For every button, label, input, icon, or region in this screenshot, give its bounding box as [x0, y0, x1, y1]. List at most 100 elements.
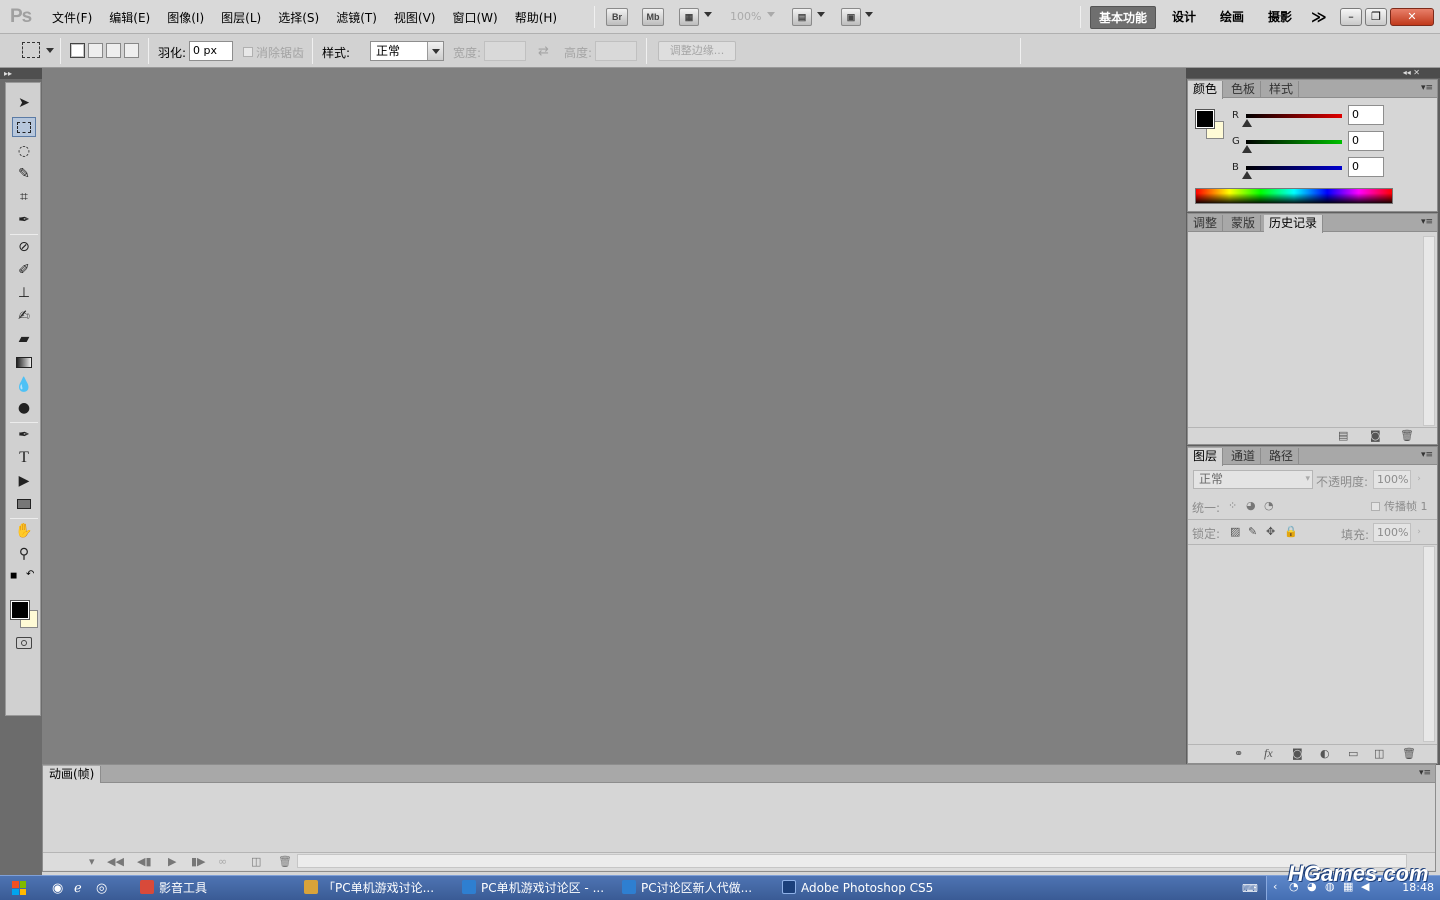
quick-mask-icon[interactable] — [12, 633, 36, 653]
workspace-design-button[interactable]: 设计 — [1164, 6, 1204, 29]
blue-slider-thumb[interactable] — [1242, 171, 1252, 179]
duplicate-frame-icon[interactable]: ◫ — [251, 855, 261, 868]
minimize-button[interactable]: – — [1340, 8, 1362, 26]
history-scrollbar[interactable] — [1423, 236, 1435, 426]
taskbar-item[interactable]: 「PC单机游戏讨论... — [304, 880, 434, 897]
style-select[interactable]: 正常 — [370, 41, 444, 61]
swap-colors-icon[interactable]: ↶ — [26, 569, 34, 580]
path-selection-tool-icon[interactable]: ▶ — [12, 471, 36, 491]
green-value-input[interactable]: 0 — [1348, 131, 1384, 151]
toolbox-collapse-icon[interactable]: ▸▸ — [0, 68, 42, 79]
lock-all-icon[interactable]: 🔒 — [1284, 525, 1298, 538]
tab-adjustments[interactable]: 调整 — [1188, 215, 1224, 232]
taskbar-item[interactable]: PC单机游戏讨论区 - ... — [462, 880, 604, 897]
pen-tool-icon[interactable]: ✒ — [12, 425, 36, 445]
green-slider[interactable] — [1246, 140, 1342, 144]
layer-style-fx-icon[interactable]: fx — [1264, 746, 1273, 761]
tab-layers[interactable]: 图层 — [1188, 448, 1224, 466]
zoom-level[interactable]: 100% — [730, 10, 761, 23]
chevron-down-icon[interactable] — [865, 12, 873, 17]
unify-style-icon[interactable]: ◔ — [1264, 499, 1274, 512]
tab-styles[interactable]: 样式 — [1264, 81, 1300, 98]
add-mask-icon[interactable]: ◙ — [1292, 747, 1303, 760]
feather-input[interactable]: 0 px — [189, 41, 233, 61]
document-canvas-area[interactable] — [42, 68, 1186, 764]
color-foreground-swatch[interactable] — [1195, 109, 1215, 129]
blue-value-input[interactable]: 0 — [1348, 157, 1384, 177]
panel-menu-icon[interactable]: ▾≡ — [1419, 768, 1431, 778]
unify-position-icon[interactable]: ⁘ — [1228, 499, 1237, 512]
quicklaunch-icon[interactable]: ◉ — [52, 880, 63, 897]
quicklaunch-icon[interactable]: ◎ — [96, 880, 107, 897]
arrange-documents-icon[interactable]: ▤ — [792, 8, 812, 26]
move-tool-icon[interactable]: ➤ — [12, 93, 36, 113]
rectangle-tool-icon[interactable] — [12, 494, 36, 514]
previous-frame-icon[interactable]: ◀▮ — [137, 855, 152, 868]
new-layer-icon[interactable]: ◫ — [1374, 747, 1384, 760]
type-tool-icon[interactable]: T — [12, 448, 36, 468]
keyboard-icon[interactable]: ⌨ — [1242, 880, 1258, 897]
adjustment-layer-icon[interactable]: ◐ — [1320, 747, 1330, 760]
dock-collapse-icon[interactable]: ◂◂ ✕ — [1186, 68, 1440, 78]
blur-tool-icon[interactable]: 💧 — [12, 375, 36, 395]
tray-expand-icon[interactable]: ‹ — [1273, 880, 1277, 893]
chevron-down-icon[interactable]: ▾ — [89, 855, 95, 868]
chevron-down-icon[interactable] — [767, 12, 775, 17]
chevron-down-icon[interactable] — [46, 48, 54, 53]
panel-menu-icon[interactable]: ▾≡ — [1421, 450, 1433, 460]
play-icon[interactable]: ▶ — [168, 855, 176, 868]
tab-channels[interactable]: 通道 — [1226, 448, 1262, 465]
zoom-tool-icon[interactable]: ⚲ — [12, 544, 36, 564]
taskbar-item[interactable]: Adobe Photoshop CS5 — [782, 880, 933, 897]
eyedropper-tool-icon[interactable]: ✒ — [12, 210, 36, 230]
restore-button[interactable]: ❐ — [1365, 8, 1387, 26]
unify-visibility-icon[interactable]: ◕ — [1246, 499, 1256, 512]
menu-select[interactable]: 选择(S) — [278, 9, 327, 26]
menu-filter[interactable]: 滤镜(T) — [336, 9, 385, 26]
new-group-icon[interactable]: ▭ — [1348, 747, 1358, 760]
propagate-frame-checkbox[interactable] — [1371, 502, 1380, 511]
lock-transparent-icon[interactable]: ▨ — [1230, 525, 1240, 538]
menu-window[interactable]: 窗口(W) — [452, 9, 505, 26]
default-colors-icon[interactable]: ◼ — [10, 571, 17, 581]
intersect-selection-icon[interactable] — [124, 43, 139, 58]
chevron-right-icon[interactable]: › — [1412, 470, 1426, 489]
workspace-photography-button[interactable]: 摄影 — [1260, 6, 1300, 29]
layers-scrollbar[interactable] — [1423, 546, 1435, 742]
lock-pixels-icon[interactable]: ✎ — [1248, 525, 1257, 538]
ie-icon[interactable]: ℯ — [74, 880, 82, 897]
menu-help[interactable]: 帮助(H) — [515, 9, 565, 26]
animation-scrollbar[interactable] — [297, 854, 1407, 868]
panel-menu-icon[interactable]: ▾≡ — [1421, 83, 1433, 93]
antialias-checkbox[interactable] — [243, 47, 253, 57]
menu-view[interactable]: 视图(V) — [394, 9, 444, 26]
start-button-icon[interactable] — [12, 881, 26, 895]
hand-tool-icon[interactable]: ✋ — [12, 521, 36, 541]
menu-file[interactable]: 文件(F) — [52, 9, 100, 26]
close-button[interactable]: ✕ — [1390, 8, 1434, 26]
tab-swatches[interactable]: 色板 — [1226, 81, 1262, 98]
green-slider-thumb[interactable] — [1242, 145, 1252, 153]
fill-input[interactable]: 100% — [1373, 523, 1411, 542]
quick-selection-tool-icon[interactable]: ✎ — [12, 164, 36, 184]
menu-image[interactable]: 图像(I) — [167, 9, 212, 26]
blend-mode-select[interactable]: 正常 ▾ — [1193, 470, 1313, 489]
chevron-down-icon[interactable] — [817, 12, 825, 17]
rectangular-marquee-preset-icon[interactable] — [22, 42, 40, 58]
eraser-tool-icon[interactable]: ▰ — [12, 329, 36, 349]
lasso-tool-icon[interactable]: ◌ — [12, 141, 36, 161]
red-value-input[interactable]: 0 — [1348, 105, 1384, 125]
new-snapshot-icon[interactable]: ◙ — [1370, 429, 1381, 442]
trash-icon[interactable]: 🗑 — [1402, 747, 1416, 760]
bridge-button[interactable]: Br — [606, 8, 628, 26]
taskbar-item[interactable]: 影音工具 — [140, 880, 207, 897]
tab-paths[interactable]: 路径 — [1264, 448, 1300, 465]
dodge-tool-icon[interactable]: ● — [12, 398, 36, 418]
workspace-more-icon[interactable]: ≫ — [1303, 6, 1335, 29]
color-spectrum-ramp[interactable] — [1195, 188, 1393, 204]
trash-icon[interactable]: 🗑 — [278, 855, 292, 868]
mini-bridge-button[interactable]: Mb — [642, 8, 664, 26]
next-frame-icon[interactable]: ▮▶ — [191, 855, 206, 868]
tab-animation-frames[interactable]: 动画(帧) — [43, 766, 102, 783]
opacity-input[interactable]: 100% — [1373, 470, 1411, 489]
